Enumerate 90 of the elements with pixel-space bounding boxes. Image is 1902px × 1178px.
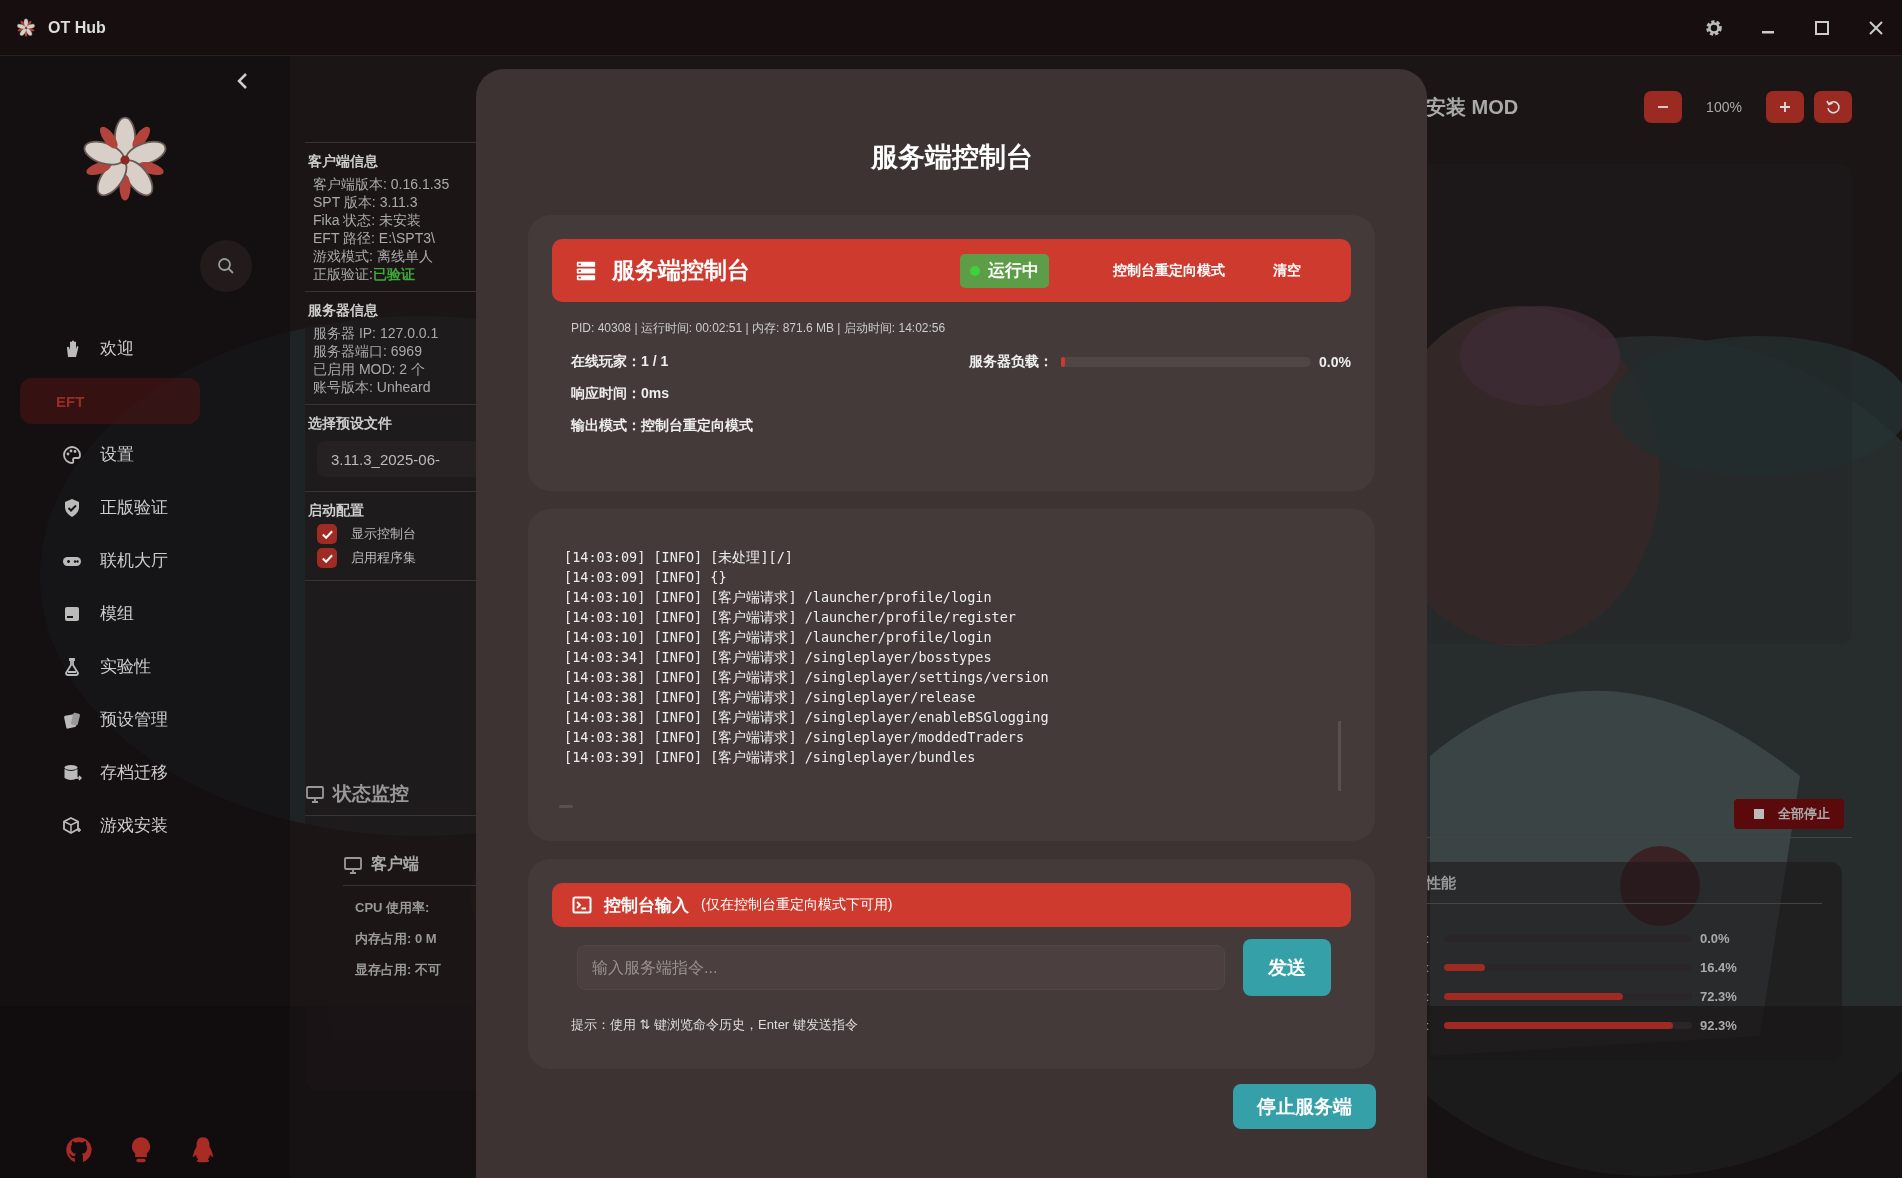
stat-text: 输出模式：控制台重定向模式 bbox=[571, 417, 754, 435]
nav-item[interactable]: 正版验证 bbox=[0, 481, 290, 534]
palette-icon bbox=[62, 444, 82, 465]
log-line: [14:03:34] [INFO] [客户端请求] /singleplayer/bosstypes bbox=[564, 648, 993, 667]
info-row-text: 服务器端口: 6969 bbox=[313, 342, 423, 360]
checkbox-label: 启用程序集 bbox=[351, 549, 416, 567]
info-row-text: EFT 路径: E:\SPT3\ bbox=[313, 229, 436, 247]
meter-value: 92.3% bbox=[1700, 1018, 1737, 1033]
section-title: 选择预设文件 bbox=[308, 415, 393, 433]
nav-item[interactable]: 设置 bbox=[0, 428, 290, 481]
checkbox[interactable] bbox=[317, 524, 337, 544]
minus-icon bbox=[1658, 106, 1668, 108]
log-line: [14:03:38] [INFO] [客户端请求] /singleplayer/release bbox=[564, 688, 977, 707]
zoom-in-button[interactable] bbox=[1766, 91, 1804, 123]
info-row-text: 服务器 IP: 127.0.0.1 bbox=[313, 324, 440, 342]
database-icon bbox=[62, 762, 82, 783]
hint-text: 提示：使用 ⇅ 键浏览命令历史，Enter 键发送指令 bbox=[571, 1016, 859, 1034]
box-icon bbox=[62, 815, 82, 836]
plus-icon bbox=[1777, 99, 1793, 115]
log-line: [14:03:09] [INFO] {} bbox=[564, 568, 728, 587]
log-line: [14:03:10] [INFO] [客户端请求] /launcher/profile/login bbox=[564, 628, 993, 647]
app-title: OT Hub bbox=[48, 18, 106, 37]
info-row-text: 客户端版本: 0.16.1.35 bbox=[313, 175, 451, 193]
info-row-text: 已启用 MOD: 2 个 bbox=[313, 360, 426, 378]
meter-value: 0.0% bbox=[1700, 931, 1730, 946]
shield-icon bbox=[62, 497, 82, 518]
load-value: 0.0% bbox=[1319, 354, 1351, 370]
section-title: 服务器信息 bbox=[308, 302, 379, 320]
dialog-title: 服务端控制台 bbox=[869, 141, 1034, 174]
panel-title: 安装 MOD bbox=[1426, 94, 1519, 120]
terminal-icon bbox=[572, 895, 592, 915]
monitor-icon bbox=[305, 784, 325, 804]
nav-item[interactable]: 实验性 bbox=[0, 640, 290, 693]
reset-icon bbox=[1825, 99, 1841, 115]
stat-text: 内存占用: 0 M bbox=[355, 930, 438, 948]
process-info: PID: 40308 | 运行时间: 00:02:51 | 内存: 871.6 MB | 启动时间: 14:02:56 bbox=[571, 320, 947, 337]
log-line: [14:03:38] [INFO] [客户端请求] /singleplayer/moddedTraders bbox=[564, 728, 1026, 747]
stat-text: 响应时间：0ms bbox=[571, 385, 671, 403]
input-title: 控制台输入 bbox=[604, 894, 689, 917]
stat-text: 在线玩家：1 / 1 bbox=[571, 353, 669, 371]
header-button[interactable]: 清空 bbox=[1259, 253, 1315, 288]
settings-icon[interactable] bbox=[1704, 17, 1724, 38]
preset-dropdown[interactable]: 3.11.3_2025-06- bbox=[317, 441, 476, 477]
checkbox[interactable] bbox=[317, 548, 337, 568]
nav-item[interactable]: 模组 bbox=[0, 587, 290, 640]
flask-icon bbox=[62, 656, 82, 677]
info-row-text: 账号版本: Unheard bbox=[313, 378, 432, 396]
info-row-text: Fika 状态: 未安装 bbox=[313, 211, 423, 229]
stop-icon bbox=[1754, 809, 1764, 819]
info-row-text: 正版验证:已验证 bbox=[313, 265, 416, 283]
zoom-level: 100% bbox=[1705, 99, 1743, 115]
server-icon bbox=[574, 260, 598, 281]
nav-item[interactable]: 游戏安装 bbox=[0, 799, 290, 852]
section-title: 启动配置 bbox=[308, 502, 365, 520]
nav-item[interactable]: 欢迎 bbox=[0, 322, 290, 375]
meter-label: : bbox=[1426, 1018, 1431, 1033]
status-badge: 运行中 bbox=[960, 253, 1049, 288]
meter-label: : bbox=[1426, 931, 1431, 946]
nav-item[interactable]: 预设管理 bbox=[0, 693, 290, 746]
meter-label: : bbox=[1426, 960, 1431, 975]
header-button[interactable]: 控制台重定向模式 bbox=[1099, 253, 1239, 288]
input-note: (仅在控制台重定向模式下可用) bbox=[701, 896, 893, 914]
info-row-text: 游戏模式: 离线单人 bbox=[313, 247, 434, 265]
log-line: [14:03:10] [INFO] [客户端请求] /launcher/profile/login bbox=[564, 588, 993, 607]
stop-all-button[interactable]: 全部停止 bbox=[1734, 799, 1844, 829]
nav-item[interactable]: 存档迁移 bbox=[0, 746, 290, 799]
monitor-icon bbox=[343, 854, 363, 875]
log-line: [14:03:09] [INFO] [未处理][/] bbox=[564, 548, 794, 567]
section-title: 状态监控 bbox=[333, 782, 409, 806]
stat-text: CPU 使用率: bbox=[355, 899, 431, 917]
github-icon[interactable] bbox=[65, 1136, 93, 1164]
meter-value: 72.3% bbox=[1700, 989, 1737, 1004]
load-label: 服务器负载： bbox=[969, 353, 1054, 371]
flower-logo-icon bbox=[16, 17, 36, 38]
checkbox-label: 显示控制台 bbox=[351, 525, 416, 543]
log-line: [14:03:38] [INFO] [客户端请求] /singleplayer/settings/version bbox=[564, 668, 1050, 687]
command-field[interactable]: 输入服务端指令... bbox=[577, 945, 1225, 990]
meter-label: : bbox=[1426, 989, 1431, 1004]
reset-button[interactable] bbox=[1814, 91, 1852, 123]
search-icon bbox=[216, 256, 236, 276]
info-row-text: SPT 版本: 3.11.3 bbox=[313, 193, 419, 211]
console-title: 服务端控制台 bbox=[612, 256, 750, 285]
nav-item[interactable]: 联机大厅 bbox=[0, 534, 290, 587]
meter-value: 16.4% bbox=[1700, 960, 1737, 975]
card-title: 客户端 bbox=[371, 854, 419, 874]
log-line: [14:03:10] [INFO] [客户端请求] /launcher/profile/register bbox=[564, 608, 1017, 627]
log-line: [14:03:38] [INFO] [客户端请求] /singleplayer/enableBSGlogging bbox=[564, 708, 1050, 727]
stat-text: 显存占用: 不可 bbox=[355, 961, 442, 979]
log-line: [14:03:39] [INFO] [客户端请求] /singleplayer/bundles bbox=[564, 748, 977, 767]
section-title: 客户端信息 bbox=[308, 153, 379, 171]
